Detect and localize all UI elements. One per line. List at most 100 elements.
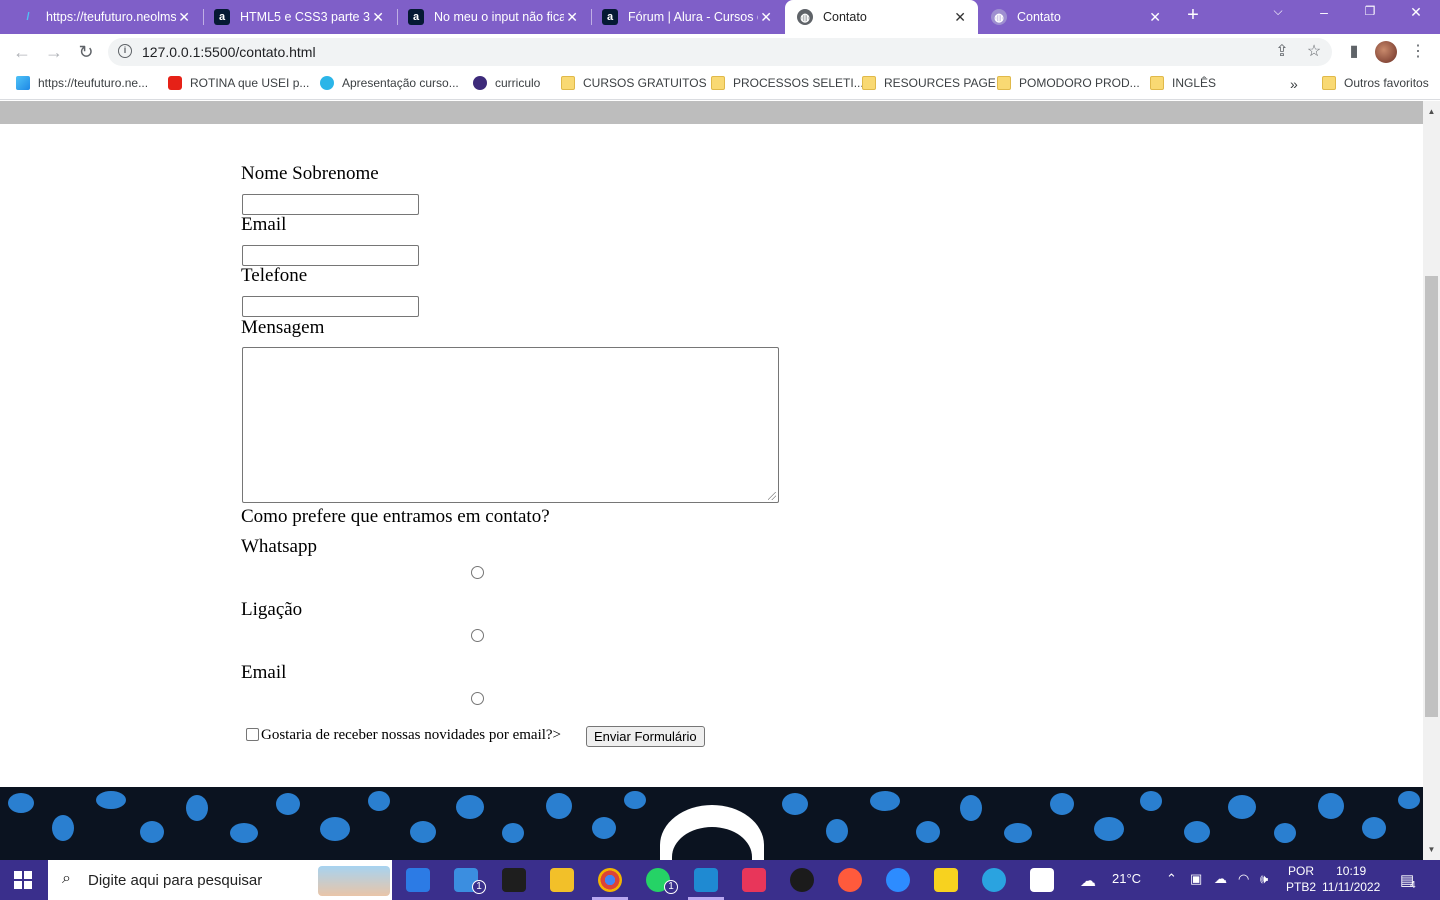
close-tab-icon[interactable]: ✕ [1149, 9, 1161, 26]
page-scrollbar[interactable]: ▲ ▼ [1423, 101, 1440, 860]
tab-contato[interactable]: ◍ Contato ✕ [979, 0, 1173, 34]
new-tab-icon[interactable]: + [1182, 4, 1204, 27]
tab-alura-forum[interactable]: a Fórum | Alura - Cursos o ✕ [590, 0, 784, 34]
store-icon[interactable] [406, 868, 430, 892]
tab-teufuturo[interactable]: / https://teufuturo.neolms ✕ [8, 0, 202, 34]
vscode-icon[interactable] [694, 868, 718, 892]
telegram-icon[interactable] [982, 868, 1006, 892]
profile-avatar[interactable] [1375, 41, 1397, 63]
tray-chevron-up-icon[interactable]: ⌃ [1166, 871, 1177, 887]
tab-title: Fórum | Alura - Cursos o [628, 10, 758, 24]
weather-temperature[interactable]: 21°C [1112, 871, 1141, 886]
firefox-icon[interactable] [838, 868, 862, 892]
reload-icon[interactable]: ↻ [74, 40, 98, 64]
chrome-icon[interactable] [598, 868, 622, 892]
close-tab-icon[interactable]: ✕ [178, 9, 190, 26]
taskbar-search-box[interactable]: ⌕ Digite aqui para pesquisar [48, 860, 392, 900]
footer-logo-illustration [660, 805, 764, 860]
radio-whatsapp[interactable] [471, 566, 484, 579]
footer-dot [230, 823, 258, 843]
mail-badge: 1 [472, 880, 486, 894]
footer-dot [276, 793, 300, 815]
sticky-notes-icon[interactable] [934, 868, 958, 892]
tab-title: https://teufuturo.neolms [46, 10, 176, 24]
tab-title: HTML5 e CSS3 parte 3: t [240, 10, 370, 24]
bookmark-star-icon[interactable]: ☆ [1303, 41, 1325, 63]
bookmark-label: CURSOS GRATUITOS [583, 76, 707, 90]
footer-dot [870, 791, 900, 811]
close-tab-icon[interactable]: ✕ [566, 9, 578, 26]
address-bar[interactable]: i 127.0.0.1:5500/contato.html [108, 38, 1332, 66]
system-clock[interactable]: 10:19 11/11/2022 [1322, 863, 1380, 895]
more-bookmarks-chevron[interactable]: » [1290, 76, 1298, 92]
submit-button[interactable]: Enviar Formulário [586, 726, 705, 747]
close-tab-icon[interactable]: ✕ [372, 9, 384, 26]
obs-icon[interactable] [790, 868, 814, 892]
search-icon: ⌕ [62, 870, 71, 887]
tab-search-chevron-icon[interactable]: ⌵ [1268, 4, 1288, 19]
footer-dot [782, 793, 808, 815]
weather-cloud-icon[interactable]: ☁ [1080, 871, 1096, 891]
close-tab-icon[interactable]: ✕ [954, 9, 966, 26]
message-textarea[interactable] [242, 347, 779, 503]
input-language-indicator[interactable]: POR PTB2 [1286, 863, 1316, 895]
bookmark-label: Outros favoritos [1344, 76, 1429, 90]
scrollbar-thumb[interactable] [1425, 276, 1438, 717]
bookmark-folder[interactable]: RESOURCES PAGE [862, 76, 996, 90]
newsletter-checkbox[interactable] [246, 728, 259, 741]
bookmark-folder[interactable]: PROCESSOS SELETI... [711, 76, 864, 90]
radio-email[interactable] [471, 692, 484, 705]
tab-alura-html5[interactable]: a HTML5 e CSS3 parte 3: t ✕ [202, 0, 396, 34]
footer-dot [1140, 791, 1162, 811]
bookmark-folder[interactable]: CURSOS GRATUITOS [561, 76, 707, 90]
bookmark-label: curriculo [495, 76, 541, 90]
bookmark-folder[interactable]: POMODORO PROD... [997, 76, 1140, 90]
figma-icon[interactable] [502, 868, 526, 892]
windows-start-icon[interactable] [14, 871, 32, 889]
email-input[interactable] [242, 245, 419, 266]
restore-icon[interactable]: ❐ [1360, 4, 1380, 18]
resize-grip-icon[interactable] [768, 492, 776, 500]
bookmark-item[interactable]: https://teufuturo.ne... [16, 76, 148, 90]
wifi-icon[interactable]: ◠ [1238, 871, 1249, 887]
close-window-icon[interactable]: ✕ [1406, 4, 1426, 21]
meet-now-icon[interactable]: ▣ [1190, 871, 1202, 887]
onedrive-icon[interactable]: ☁ [1214, 871, 1227, 887]
folder-icon [1150, 76, 1164, 90]
bookmark-item[interactable]: Apresentação curso... [320, 76, 459, 90]
address-url[interactable]: 127.0.0.1:5500/contato.html [142, 44, 316, 60]
bookmark-item[interactable]: ROTINA que USEI p... [168, 76, 309, 90]
share-icon[interactable]: ⇪ [1271, 41, 1293, 63]
site-info-icon[interactable]: i [118, 44, 132, 58]
minimize-icon[interactable]: – [1314, 4, 1334, 20]
close-tab-icon[interactable]: ✕ [760, 9, 772, 26]
canva-icon [320, 76, 334, 90]
menu-kebab-icon[interactable]: ⋮ [1407, 41, 1429, 63]
bookmark-item[interactable]: curriculo [473, 76, 540, 90]
phone-input[interactable] [242, 296, 419, 317]
alura-icon: a [408, 9, 424, 25]
file-explorer-icon[interactable] [550, 868, 574, 892]
teufuturo-icon [16, 76, 30, 90]
radio-call[interactable] [471, 629, 484, 642]
scroll-up-arrow-icon[interactable]: ▲ [1427, 107, 1436, 116]
message-label: Mensagem [241, 317, 325, 338]
bookmark-label: https://teufuturo.ne... [38, 76, 149, 90]
folder-icon [862, 76, 876, 90]
folder-icon [1322, 76, 1336, 90]
zoom-icon[interactable] [886, 868, 910, 892]
forward-arrow-icon[interactable]: → [42, 40, 66, 64]
scroll-down-arrow-icon[interactable]: ▼ [1427, 845, 1436, 854]
volume-icon[interactable]: 🕪 [1260, 871, 1268, 887]
footer-dot [320, 817, 350, 841]
other-bookmarks-folder[interactable]: Outros favoritos [1322, 76, 1429, 90]
evernote-icon[interactable] [1030, 868, 1054, 892]
bookmark-folder[interactable]: INGLÊS [1150, 76, 1216, 90]
side-panel-icon[interactable]: ▮ [1343, 41, 1365, 63]
tiktok-icon[interactable] [742, 868, 766, 892]
back-arrow-icon[interactable]: ← [10, 40, 34, 64]
tab-contato-active[interactable]: ◍ Contato ✕ [785, 0, 978, 34]
option-call-label: Ligação [241, 599, 303, 620]
name-input[interactable] [242, 194, 419, 215]
tab-alura-input[interactable]: a No meu o input não fica ✕ [396, 0, 590, 34]
